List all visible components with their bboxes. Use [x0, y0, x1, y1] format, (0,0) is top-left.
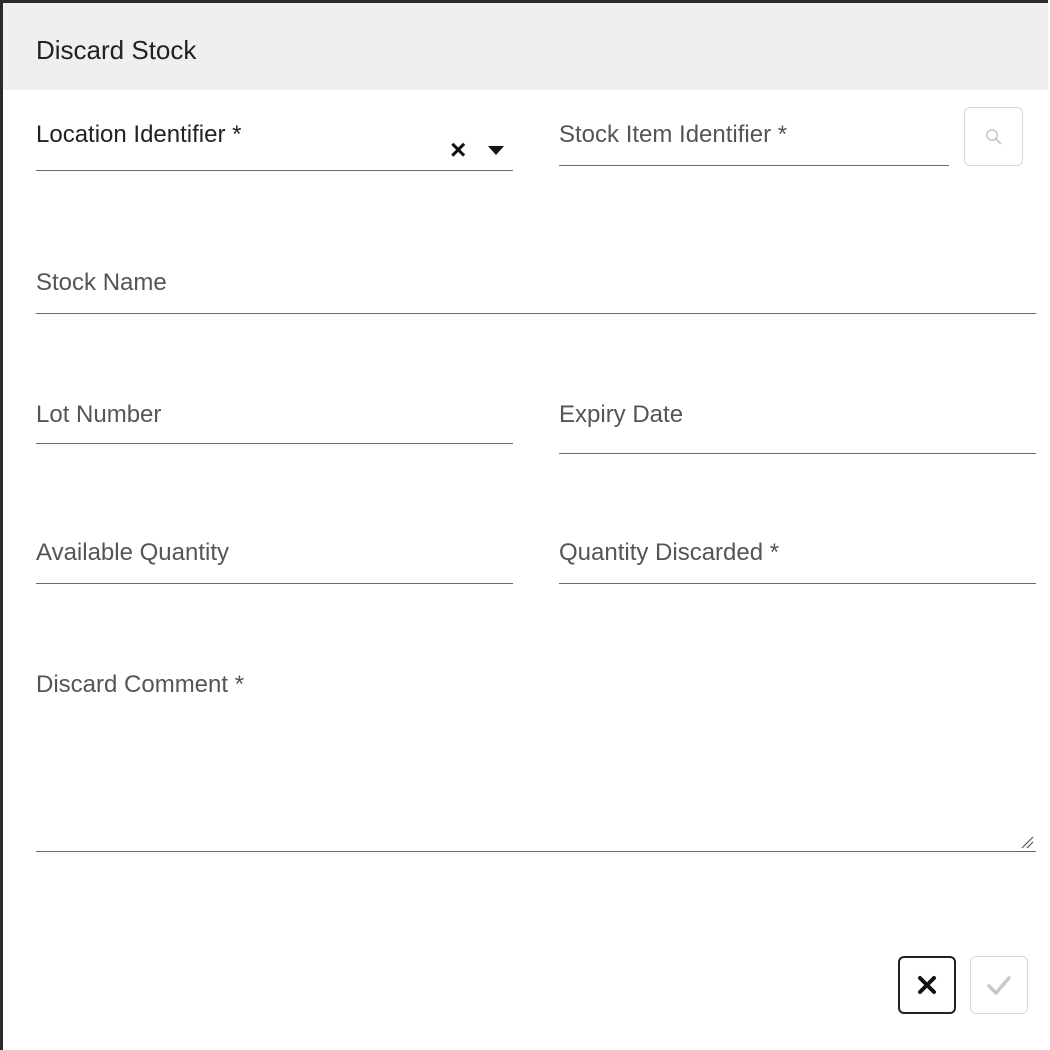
stock-item-identifier-label: Stock Item Identifier *: [559, 121, 788, 148]
location-identifier-select[interactable]: Location Identifier * ×: [36, 115, 513, 171]
quantity-discarded-label: Quantity Discarded *: [559, 539, 780, 566]
search-icon: [985, 128, 1001, 144]
resize-handle-icon[interactable]: [1018, 833, 1034, 849]
location-identifier-label: Location Identifier *: [36, 121, 242, 148]
dialog-header: Discard Stock: [3, 3, 1048, 90]
confirm-button[interactable]: [970, 956, 1028, 1014]
discard-comment-label: Discard Comment *: [36, 671, 245, 698]
stock-name-label: Stock Name: [36, 269, 167, 296]
search-button[interactable]: [964, 107, 1023, 166]
discard-stock-dialog: Discard Stock Location Identifier * × St…: [0, 0, 1048, 1050]
stock-name-field[interactable]: Stock Name: [36, 261, 1036, 314]
check-icon: [987, 976, 1011, 995]
close-icon[interactable]: ×: [450, 136, 466, 164]
discard-comment-textarea[interactable]: Discard Comment *: [36, 663, 1036, 852]
lot-number-field[interactable]: Lot Number: [36, 393, 513, 444]
stock-item-identifier-field[interactable]: Stock Item Identifier *: [559, 115, 949, 166]
lot-number-label: Lot Number: [36, 401, 162, 428]
quantity-discarded-field[interactable]: Quantity Discarded *: [559, 531, 1036, 584]
expiry-date-label: Expiry Date: [559, 401, 684, 428]
available-quantity-field[interactable]: Available Quantity: [36, 531, 513, 584]
available-quantity-label: Available Quantity: [36, 539, 230, 566]
close-icon: [918, 976, 936, 994]
caret-down-icon[interactable]: [488, 146, 504, 155]
dialog-title: Discard Stock: [36, 35, 197, 65]
cancel-button[interactable]: [898, 956, 956, 1014]
expiry-date-field[interactable]: Expiry Date: [559, 393, 1036, 454]
